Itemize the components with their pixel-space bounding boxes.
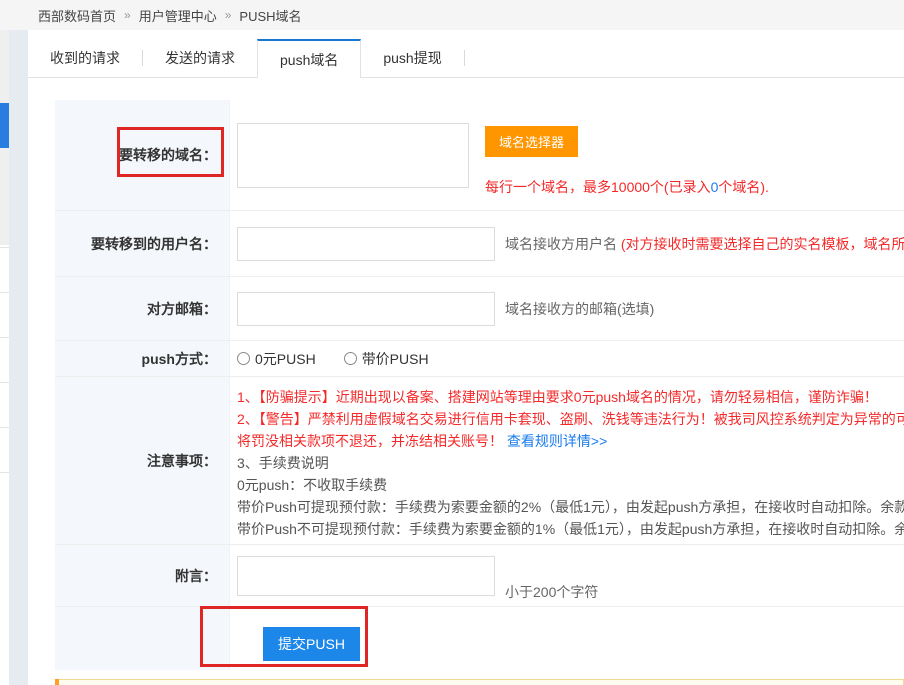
- radio-zero-yuan-push[interactable]: 0元PUSH: [237, 349, 316, 369]
- push-form: 要转移的域名： 域名选择器 每行一个域名，最多10000个(已录入0个域名).: [55, 100, 904, 670]
- breadcrumb: 西部数码首页 » 用户管理中心 » PUSH域名: [0, 0, 904, 30]
- username-input[interactable]: [237, 227, 495, 261]
- username-label: 要转移到的用户名：: [55, 211, 230, 276]
- breadcrumb-separator: »: [124, 8, 131, 22]
- email-hint: 域名接收方的邮箱(选填): [505, 299, 654, 319]
- form-row-username: 要转移到的用户名： 域名接收方用户名 (对方接收时需要选择自己的实名模板，域名所…: [55, 210, 904, 276]
- memo-label: 附言：: [55, 545, 230, 606]
- push-domain-page: 西部数码首页 » 用户管理中心 » PUSH域名 收到的请求 发送的请求 pus…: [0, 0, 904, 685]
- radio-priced-push[interactable]: 带价PUSH: [344, 349, 429, 369]
- push-type-label: push方式：: [55, 341, 230, 376]
- email-label: 对方邮箱：: [55, 277, 230, 340]
- domains-hint: 每行一个域名，最多10000个(已录入0个域名).: [485, 177, 769, 197]
- form-row-notes: 注意事项： 1、【防骗提示】近期出现以备案、搭建网站等理由要求0元push域名的…: [55, 376, 904, 544]
- email-input[interactable]: [237, 292, 495, 326]
- breadcrumb-separator: »: [225, 8, 232, 22]
- view-rules-link[interactable]: 查看规则详情>>: [507, 433, 607, 449]
- form-row-submit: 提交PUSH: [55, 606, 904, 670]
- tab-received-requests[interactable]: 收到的请求: [28, 39, 142, 77]
- tab-divider: [464, 50, 465, 66]
- sidebar-divider-strip: [9, 30, 28, 685]
- collapsed-sidebar-sliver: [0, 30, 9, 685]
- note-warning-continued: 将罚没相关款项不退还，并冻结相关账号！ 查看规则详情>>: [237, 430, 904, 452]
- memo-hint: 小于200个字符: [505, 582, 598, 602]
- sidebar-sliver-active-segment: [0, 103, 9, 148]
- username-hint: 域名接收方用户名 (对方接收时需要选择自己的实名模板，域名所有者会变: [505, 234, 904, 254]
- form-row-memo: 附言： 小于200个字符: [55, 544, 904, 606]
- note-warning: 2、【警告】严禁利用虚假域名交易进行信用卡套现、盗刷、洗钱等违法行为！被我司风控…: [237, 408, 904, 430]
- radio-circle-icon: [237, 352, 250, 365]
- submit-label-spacer: [55, 607, 230, 670]
- memo-input[interactable]: [237, 556, 495, 596]
- form-row-push-type: push方式： 0元PUSH 带价PUSH: [55, 340, 904, 376]
- bottom-notice-bar-partial: [55, 679, 904, 685]
- notes-label: 注意事项：: [55, 377, 230, 544]
- domains-textarea[interactable]: [237, 123, 469, 188]
- breadcrumb-home[interactable]: 西部数码首页: [38, 6, 116, 25]
- note-anti-fraud: 1、【防骗提示】近期出现以备案、搭建网站等理由要求0元push域名的情况，请勿轻…: [237, 386, 904, 408]
- breadcrumb-current: PUSH域名: [239, 6, 301, 25]
- radio-circle-icon: [344, 352, 357, 365]
- form-row-email: 对方邮箱： 域名接收方的邮箱(选填): [55, 276, 904, 340]
- tab-push-withdraw[interactable]: push提现: [361, 39, 463, 77]
- tab-push-domain[interactable]: push域名: [257, 39, 361, 78]
- note-fee-withdrawable: 带价Push可提现预付款：手续费为索要金额的2%（最低1元），由发起push方承…: [237, 496, 904, 518]
- sidebar-sliver-segment: [0, 148, 9, 245]
- domain-selector-button[interactable]: 域名选择器: [485, 126, 578, 157]
- tab-bar: 收到的请求 发送的请求 push域名 push提现: [28, 40, 904, 78]
- breadcrumb-user-center[interactable]: 用户管理中心: [139, 6, 217, 25]
- notice-corner-icon: [55, 679, 59, 685]
- tab-sent-requests[interactable]: 发送的请求: [143, 39, 257, 77]
- sidebar-sliver-segment: [0, 30, 9, 103]
- submit-push-button[interactable]: 提交PUSH: [263, 627, 360, 661]
- form-row-domains: 要转移的域名： 域名选择器 每行一个域名，最多10000个(已录入0个域名).: [55, 100, 904, 210]
- note-fee-nonwithdrawable: 带价Push不可提现预付款：手续费为索要金额的1%（最低1元），由发起push方…: [237, 518, 904, 540]
- note-fee-title: 3、手续费说明: [237, 452, 904, 474]
- note-fee-zero: 0元push：不收取手续费: [237, 474, 904, 496]
- domains-label: 要转移的域名：: [55, 100, 230, 210]
